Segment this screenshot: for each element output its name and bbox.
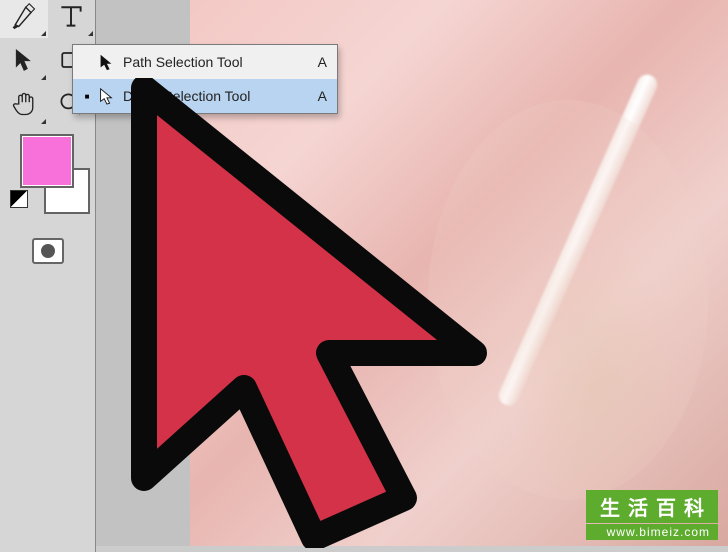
flyout-indicator <box>88 31 93 36</box>
watermark-url: www.bimeiz.com <box>586 524 718 540</box>
black-arrow-icon <box>10 46 38 74</box>
flyout-indicator <box>41 119 46 124</box>
color-swatches <box>0 130 96 230</box>
hand-tool[interactable] <box>0 82 48 126</box>
pen-icon <box>10 2 38 30</box>
flyout-item-label: Path Selection Tool <box>119 54 309 70</box>
flyout-item-shortcut: A <box>309 54 327 70</box>
pen-tool[interactable] <box>0 0 48 38</box>
flyout-indicator <box>41 75 46 80</box>
white-arrow-icon <box>93 87 119 105</box>
foreground-color-swatch[interactable] <box>20 134 74 188</box>
default-colors-icon[interactable] <box>10 190 28 208</box>
flyout-active-marker: ■ <box>81 92 93 101</box>
quick-mask-button[interactable] <box>32 238 64 264</box>
flyout-indicator <box>41 31 46 36</box>
path-selection-tool[interactable] <box>0 38 48 82</box>
flyout-item-label: Direct Selection Tool <box>119 88 309 104</box>
watermark: 生活百科 www.bimeiz.com <box>586 490 718 540</box>
type-tool[interactable] <box>48 0 96 38</box>
type-icon <box>57 2 85 30</box>
watermark-title: 生活百科 <box>586 490 718 523</box>
canvas-content <box>496 71 661 408</box>
flyout-item-direct-selection[interactable]: ■ Direct Selection Tool A <box>73 79 337 113</box>
tool-flyout-menu: Path Selection Tool A ■ Direct Selection… <box>72 44 338 114</box>
black-arrow-icon <box>93 53 119 71</box>
hand-icon <box>10 90 38 118</box>
flyout-item-path-selection[interactable]: Path Selection Tool A <box>73 45 337 79</box>
flyout-item-shortcut: A <box>309 88 327 104</box>
